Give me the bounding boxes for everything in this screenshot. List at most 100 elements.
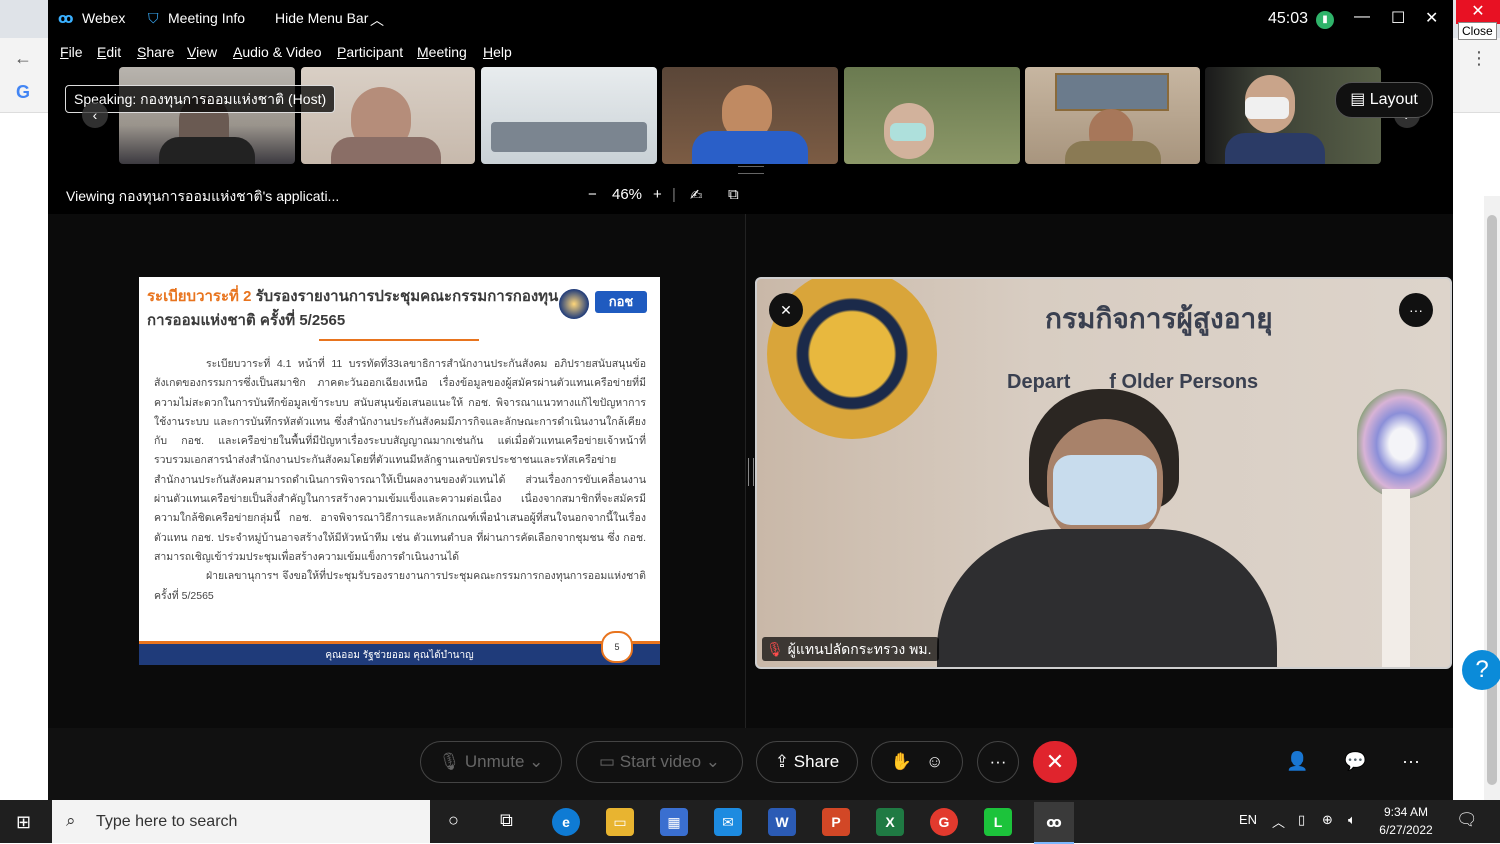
stage-splitter-handle[interactable]	[748, 458, 754, 486]
maximize-icon[interactable]: ☐	[1391, 8, 1405, 28]
app-title: Webex	[82, 10, 126, 26]
excel-icon[interactable]: X	[876, 808, 904, 836]
menu-file[interactable]: File	[60, 44, 83, 60]
network-globe-icon[interactable]: ⊕	[1322, 812, 1333, 828]
chat-icon[interactable]: 💬	[1344, 751, 1366, 772]
webex-taskbar-icon[interactable]: ꝏ	[1034, 802, 1074, 844]
word-icon[interactable]: W	[768, 808, 796, 836]
participant-thumbnail[interactable]	[1025, 67, 1200, 164]
menu-view[interactable]: View	[187, 44, 217, 60]
task-view-icon[interactable]: ⧉	[500, 810, 513, 831]
meeting-control-bar	[48, 728, 1453, 800]
layout-icon: ▤	[1350, 91, 1370, 108]
windows-start-icon[interactable]: ⊞	[16, 812, 31, 833]
slide-title-rule	[319, 339, 479, 341]
reaction-icon[interactable]: ☺	[926, 752, 943, 771]
reactions-group[interactable]: ✋ ☺	[871, 741, 963, 783]
mail-icon[interactable]: ✉	[714, 808, 742, 836]
pedestal-decor	[1382, 489, 1410, 667]
device-icon[interactable]: ▯	[1298, 812, 1305, 828]
slide-paragraph-1: ระเบียบวาระที่ 4.1 หน้าที่ 11 บรรทัดที่3…	[154, 358, 646, 563]
layout-button[interactable]: ▤ Layout	[1335, 82, 1433, 118]
volume-icon[interactable]: 🔈︎	[1348, 812, 1356, 828]
raise-hand-icon[interactable]: ✋	[891, 752, 912, 771]
slide-title-prefix: ระเบียบวาระที่ 2	[147, 288, 252, 305]
app-icon[interactable]: G	[930, 808, 958, 836]
annotate-icon[interactable]: ✍	[690, 186, 703, 204]
slide-paragraph-2: ฝ่ายเลขานุการฯ จึงขอให้ที่ประชุมรับรองรา…	[154, 570, 646, 602]
language-indicator[interactable]: EN	[1239, 812, 1257, 827]
menu-help[interactable]: Help	[483, 44, 512, 60]
network-health-icon[interactable]: ▮	[1316, 11, 1334, 29]
seal-icon	[559, 289, 589, 319]
tray-chevron-icon[interactable]: ︿	[1272, 812, 1285, 831]
more-panels-icon[interactable]: ···	[1402, 751, 1420, 772]
slide-title: ระเบียบวาระที่ 2 รับรองรายงานการประชุมคณ…	[147, 285, 567, 333]
unmute-label: Unmute	[464, 752, 525, 771]
slide-footer: คุณออม รัฐช่วยออม คุณได้บำนาญ	[139, 641, 660, 665]
chevron-up-icon[interactable]: ︿	[370, 10, 384, 30]
cortana-icon[interactable]: ○	[448, 810, 459, 831]
zoom-level: 46%	[612, 186, 643, 203]
system-clock[interactable]: 9:34 AM 6/27/2022	[1372, 803, 1440, 839]
speaker-name-tag: 🎙︎ ผู้แทนปลัดกระทรวง พม.	[762, 637, 940, 661]
line-icon[interactable]: L	[984, 808, 1012, 836]
minimize-icon[interactable]: —	[1354, 8, 1370, 26]
edge-icon[interactable]: e	[552, 808, 580, 836]
unmute-button[interactable]: 🎙︎ Unmute ⌄	[420, 741, 562, 783]
store-icon[interactable]: ▦	[660, 808, 688, 836]
taskbar-search-input[interactable]: Type here to search	[52, 800, 430, 843]
end-call-icon[interactable]: ✕	[1033, 741, 1077, 783]
menu-participant[interactable]: Participant	[337, 44, 403, 60]
flower-vase-decor	[1357, 389, 1447, 499]
wall-sign-english: Depart f Older Persons	[1007, 371, 1259, 393]
video-more-options-button[interactable]: ···	[1399, 293, 1433, 327]
google-icon[interactable]: G	[16, 82, 30, 103]
clock-time: 9:34 AM	[1383, 805, 1429, 819]
layout-label: Layout	[1369, 91, 1418, 108]
face-mask	[1053, 455, 1157, 525]
zoom-in-button[interactable]: +	[653, 186, 662, 203]
participants-icon[interactable]: 👤	[1286, 751, 1308, 772]
participant-thumbnail[interactable]	[662, 67, 838, 164]
muted-mic-icon: 🎙︎	[766, 641, 788, 657]
participant-thumbnail[interactable]	[844, 67, 1020, 164]
separator: |	[672, 186, 676, 203]
share-icon: ⇪	[774, 752, 794, 771]
kebab-menu-icon[interactable]: ⋮	[1470, 48, 1488, 69]
webex-window: ꝏ Webex ⛉ Meeting Info Hide Menu Bar ︿ 4…	[48, 0, 1453, 800]
active-speaker-video[interactable]: กรมกิจการผู้สูงอายุ Depart f Older Perso…	[755, 277, 1452, 669]
start-video-label: Start video	[619, 752, 702, 771]
clock-date: 6/27/2022	[1379, 823, 1433, 837]
chevron-down-icon: ⌄	[524, 752, 544, 771]
menu-edit[interactable]: Edit	[97, 44, 121, 60]
notifications-icon[interactable]: 🗨︎	[1456, 810, 1478, 830]
zoom-out-button[interactable]: −	[588, 186, 597, 203]
start-video-button[interactable]: ▭ Start video ⌄	[576, 741, 743, 783]
menu-share[interactable]: Share	[137, 44, 174, 60]
page-scrollbar-thumb[interactable]	[1487, 215, 1497, 785]
powerpoint-icon[interactable]: P	[822, 808, 850, 836]
file-explorer-icon[interactable]: ▭	[606, 808, 634, 836]
wall-sign-thai: กรมกิจการผู้สูงอายุ	[1045, 303, 1273, 334]
participant-thumbnail[interactable]	[301, 67, 475, 164]
share-button[interactable]: ⇪ Share	[756, 741, 858, 783]
unpin-icon[interactable]: ✕	[769, 293, 803, 327]
slide-title-line2: การออมแห่งชาติ ครั้งที่ 5/2565	[147, 312, 346, 329]
participant-thumbnail[interactable]	[119, 67, 295, 164]
filmstrip-prev-button[interactable]: ‹	[82, 102, 108, 128]
pop-out-icon[interactable]: ⧉	[728, 186, 739, 203]
back-arrow-icon[interactable]: ←	[14, 48, 32, 69]
window-close-icon[interactable]: ✕	[1425, 8, 1438, 28]
filmstrip-resize-handle[interactable]	[738, 166, 764, 174]
hide-menu-bar-button[interactable]: Hide Menu Bar	[275, 10, 368, 26]
close-icon[interactable]: ✕	[1456, 0, 1500, 24]
meeting-info-button[interactable]: Meeting Info	[168, 10, 245, 26]
help-icon[interactable]: ?	[1462, 650, 1500, 690]
more-options-button[interactable]: ···	[977, 741, 1019, 783]
participant-thumbnail[interactable]	[481, 67, 657, 164]
viewing-label: Viewing กองทุนการออมแห่งชาติ's applicati…	[66, 188, 340, 204]
menu-meeting[interactable]: Meeting	[417, 44, 467, 60]
menu-audio-video[interactable]: Audio & Video	[233, 44, 321, 60]
chevron-down-icon: ⌄	[701, 752, 721, 771]
